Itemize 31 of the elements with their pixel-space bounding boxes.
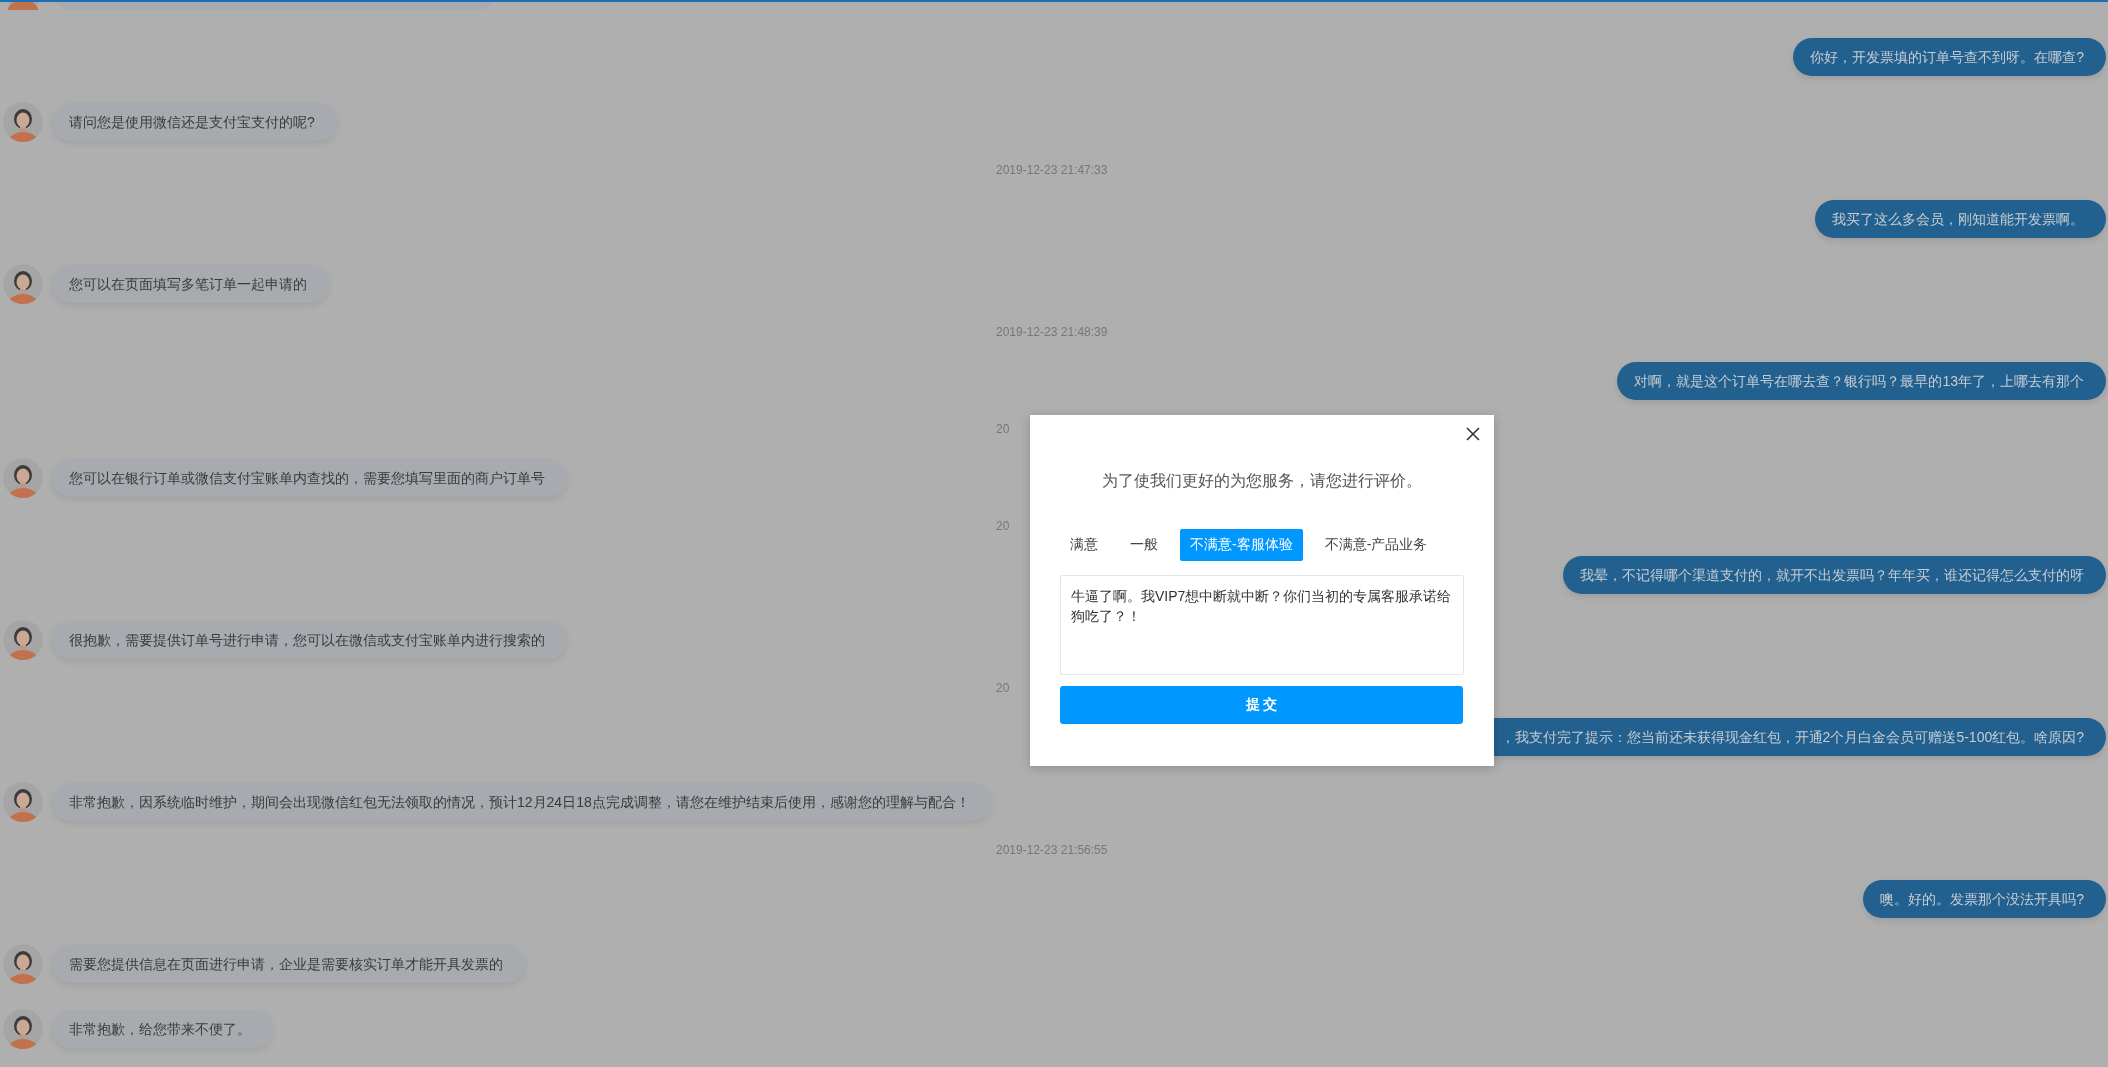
timestamp: 20	[995, 422, 1011, 436]
avatar-icon	[3, 457, 43, 498]
avatar-icon	[3, 101, 43, 142]
avatar-icon	[3, 1008, 43, 1049]
avatar-icon	[3, 619, 43, 660]
message-bubble: 您可以在银行订单或微信支付宝账单内查找的，需要您填写里面的商户订单号	[52, 458, 567, 497]
rating-option[interactable]: 满意	[1060, 529, 1108, 561]
message-bubble: 你好，开发票填的订单号查不到呀。在哪查?	[1793, 37, 2106, 76]
message-bubble: 您可以在页面填写多笔订单一起申请的	[52, 264, 329, 303]
rating-option[interactable]: 一般	[1120, 529, 1168, 561]
message-bubble: 对啊，就是这个订单号在哪去查？银行吗？最早的13年了，上哪去有那个	[1617, 361, 2106, 400]
rating-option[interactable]: 不满意-产品业务	[1314, 529, 1438, 561]
message-bubble: 很抱歉，需要提供订单号进行申请，您可以在微信或支付宝账单内进行搜索的	[52, 620, 567, 659]
dialog-prompt: 为了使我们更好的为您服务，请您进行评价。	[1101, 471, 1423, 491]
message-bubble: 非常抱歉，因系统临时维护，期间会出现微信红包无法领取的情况，预计12月24日18点完成调整，请您在维护结束后使用，感谢您的理解与配合！	[52, 782, 992, 821]
message-bubble: 我晕，不记得哪个渠道支付的，就开不出发票吗？年年买，谁还记得怎么支付的呀	[1563, 555, 2106, 594]
timestamp: 2019-12-23 21:56:55	[995, 843, 1109, 857]
message-bubble: 我买了这么多会员，刚知道能开发票啊。	[1815, 199, 2106, 238]
timestamp: 20	[995, 681, 1011, 695]
message-bubble: 需要您提供信息在页面进行申请，企业是需要核实订单才能开具发票的	[52, 944, 525, 983]
message-bubble: 请问您是使用微信还是支付宝支付的呢?	[52, 102, 337, 141]
timestamp: 2019-12-23 21:47:33	[995, 163, 1109, 177]
close-icon[interactable]	[1466, 427, 1480, 441]
avatar-icon	[3, 781, 43, 822]
timestamp: 2019-12-23 21:48:39	[995, 325, 1109, 339]
avatar-icon	[3, 263, 43, 304]
message-bubble: 噢。好的。发票那个没法开具吗?	[1863, 879, 2106, 918]
avatar-icon	[3, 943, 43, 984]
message-bubble: 非常抱歉，给您带来不便了。	[52, 1009, 273, 1048]
comment-field[interactable]: 牛逼了啊。我VIP7想中断就中断？你们当初的专属客服承诺给狗吃了？！	[1060, 575, 1464, 675]
timestamp: 20	[995, 519, 1011, 533]
